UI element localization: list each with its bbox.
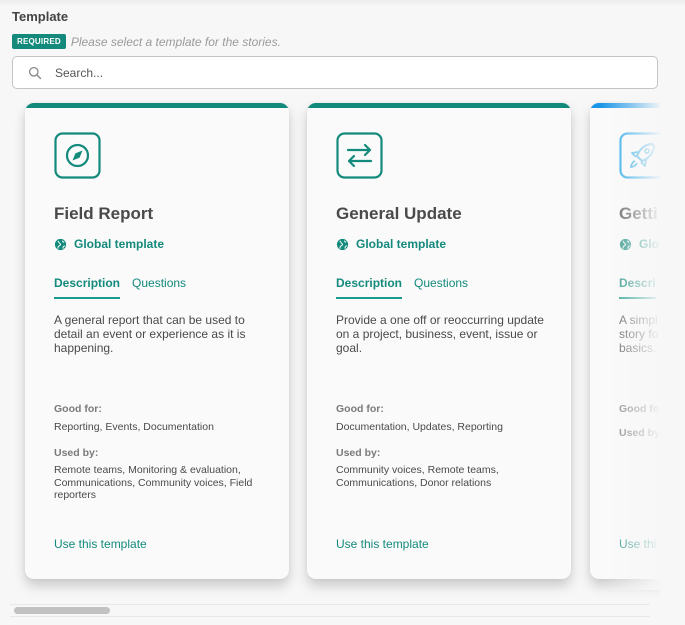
use-template-button[interactable]: Use thi — [619, 537, 656, 551]
top-shadow — [0, 0, 685, 6]
section-title: Template — [12, 9, 69, 24]
used-by-label: Used by — [619, 427, 660, 439]
used-by-label: Used by: — [336, 447, 381, 459]
template-carousel: Field Report Global template Description… — [0, 100, 660, 600]
tab-questions[interactable]: Questions — [414, 276, 468, 299]
card-title: Getti — [619, 204, 658, 223]
required-badge: REQUIRED — [12, 34, 66, 49]
global-template-text: Global template — [356, 237, 447, 251]
tab-description[interactable]: Description — [336, 276, 403, 299]
global-template-text: Glo — [639, 237, 659, 251]
globe-icon — [336, 238, 349, 250]
swap-arrows-icon — [336, 132, 383, 179]
used-by-value: Remote teams, Monitoring & evaluation, C… — [54, 464, 253, 501]
compass-icon — [54, 132, 101, 179]
template-card-general-update[interactable]: General Update Global template Descripti… — [307, 103, 571, 579]
card-title: Field Report — [54, 204, 154, 223]
required-row: REQUIRED Please select a template for th… — [12, 34, 281, 49]
use-template-button[interactable]: Use this template — [54, 537, 147, 551]
template-card-field-report[interactable]: Field Report Global template Description… — [25, 103, 289, 579]
required-hint: Please select a template for the stories… — [70, 34, 281, 49]
used-by-value: Community voices, Remote teams, Communic… — [336, 464, 499, 489]
tab-description[interactable]: Descri — [619, 276, 656, 299]
template-card-getting-started[interactable]: Getti Glo Descri A simpl story fo basics… — [590, 103, 660, 579]
good-for-label: Good for: — [336, 403, 384, 415]
card-tabs: Description Questions — [54, 276, 186, 299]
tab-questions[interactable]: Questions — [132, 276, 186, 299]
global-template-label: Glo — [619, 237, 659, 251]
global-template-label: Global template — [54, 237, 164, 251]
card-description: Provide a one off or reoccurring update … — [336, 313, 544, 355]
tab-description[interactable]: Description — [54, 276, 121, 299]
card-tabs: Description Questions — [336, 276, 468, 299]
card-accent-bar — [307, 103, 571, 108]
card-accent-bar — [25, 103, 289, 108]
card-accent-bar — [590, 103, 660, 108]
good-for-value: Documentation, Updates, Reporting — [336, 421, 503, 433]
card-title: General Update — [336, 204, 462, 223]
good-for-label: Good fo — [619, 403, 660, 415]
global-template-text: Global template — [74, 237, 165, 251]
card-description: A general report that can be used to det… — [54, 313, 246, 355]
use-template-button[interactable]: Use this template — [336, 537, 429, 551]
card-description: A simpl story fo basics. — [619, 313, 659, 355]
horizontal-scrollbar[interactable] — [10, 604, 650, 617]
search-input[interactable] — [53, 64, 617, 81]
search-icon — [28, 66, 42, 79]
card-tabs: Descri — [619, 276, 656, 299]
good-for-label: Good for: — [54, 403, 102, 415]
global-template-label: Global template — [336, 237, 446, 251]
globe-icon — [619, 238, 632, 250]
used-by-label: Used by: — [54, 447, 99, 459]
rocket-icon — [619, 132, 660, 179]
good-for-value: Reporting, Events, Documentation — [54, 421, 214, 433]
search-box[interactable] — [12, 56, 658, 89]
globe-icon — [54, 238, 67, 250]
scrollbar-thumb[interactable] — [14, 607, 110, 614]
